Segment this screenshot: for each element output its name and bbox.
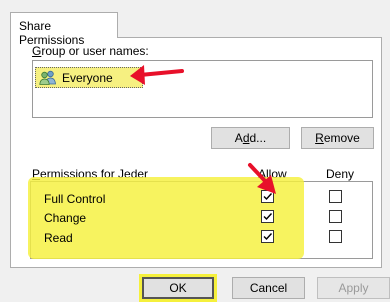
column-header-deny: Deny [326,167,355,181]
list-item-everyone[interactable]: Everyone [35,67,143,88]
tab-label: Share Permissions [19,19,85,47]
deny-full-control-checkbox[interactable] [329,190,342,203]
deny-read-checkbox[interactable] [329,230,342,243]
allow-read-checkbox[interactable] [261,230,274,243]
remove-button[interactable]: Remove [301,127,374,149]
group-user-list[interactable]: Everyone [32,60,373,118]
permission-name: Read [44,231,73,245]
deny-change-checkbox[interactable] [329,210,342,223]
tab-share-permissions[interactable]: Share Permissions [10,12,118,47]
annotation-arrow-icon [130,65,184,85]
checkmark-icon [263,233,273,241]
user-name: Everyone [62,71,113,85]
add-button[interactable]: Ad d... [211,127,290,149]
cancel-button[interactable]: Cancel [232,277,305,299]
ok-button[interactable]: OK [142,277,214,299]
annotation-arrow-icon [248,163,276,194]
apply-button[interactable]: Apply [317,277,390,299]
allow-change-checkbox[interactable] [261,210,274,223]
users-group-icon [39,70,57,88]
checkmark-icon [263,213,273,221]
permission-name: Full Control [44,192,106,206]
permission-name: Change [44,211,87,225]
